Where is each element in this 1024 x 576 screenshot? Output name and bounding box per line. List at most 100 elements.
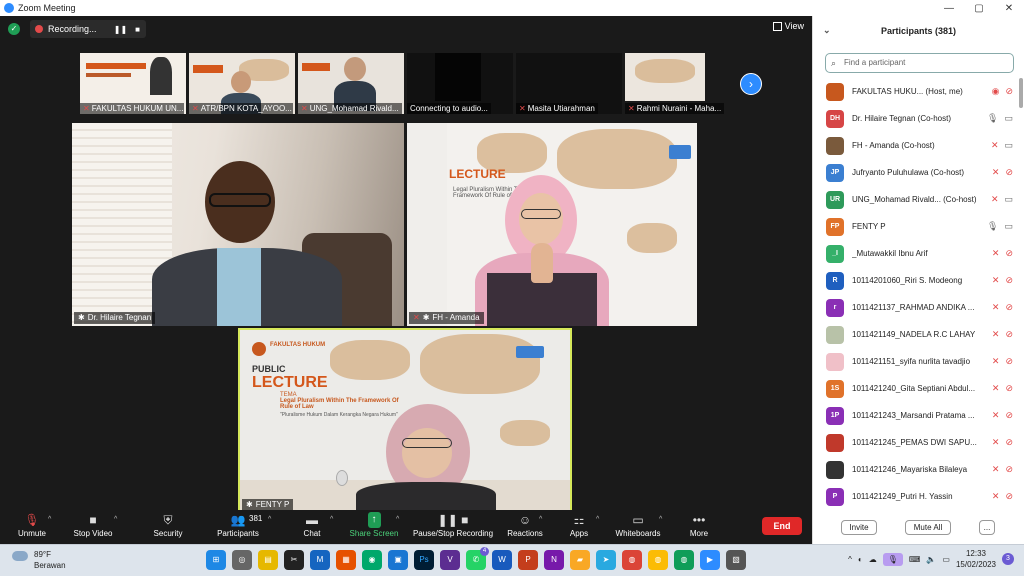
pause-stop-recording-button[interactable]: ❚❚ ■ Pause/Stop Recording xyxy=(413,512,493,544)
collapse-chevron-icon[interactable]: ⌄ xyxy=(823,25,831,36)
mic-muted-icon[interactable]: ✕ xyxy=(992,302,1000,313)
participants-options-chevron-icon[interactable]: ^ xyxy=(268,516,271,523)
participant-row[interactable]: 1011421245_PEMAS DWI SAPU... ✕ ⊘ xyxy=(813,429,1019,456)
mic-muted-icon[interactable]: ✕ xyxy=(992,275,1000,286)
stop-recording-icon[interactable]: ■ xyxy=(135,25,140,34)
files-icon[interactable]: ▣ xyxy=(388,550,408,570)
maximize-button[interactable]: ▢ xyxy=(964,0,994,16)
mic-muted-icon[interactable]: ✕ xyxy=(991,140,999,151)
video-off-icon[interactable]: ⊘ xyxy=(1005,248,1013,259)
reactions-button[interactable]: ☺ Reactions xyxy=(495,512,555,544)
file-explorer-icon[interactable]: ▰ xyxy=(570,550,590,570)
language-tray-icon[interactable]: ⌨ xyxy=(909,555,921,564)
security-button[interactable]: ⛨ Security xyxy=(138,512,198,544)
end-meeting-button[interactable]: End xyxy=(762,517,802,535)
app-grid-icon[interactable]: ▦ xyxy=(336,550,356,570)
pause-recording-icon[interactable]: ❚❚ xyxy=(114,25,127,34)
word-icon[interactable]: W xyxy=(492,550,512,570)
participant-row[interactable]: R 10114201060_Riri S. Modeong ✕ ⊘ xyxy=(813,267,1019,294)
mic-muted-icon[interactable]: ✕ xyxy=(992,329,1000,340)
video-thumbnail[interactable]: ✕ Rahmi Nuraini - Maha... xyxy=(625,53,731,114)
mic-muted-icon[interactable]: ✕ xyxy=(992,167,1000,178)
participant-row[interactable]: 1011421149_NADELA R.C LAHAY ✕ ⊘ xyxy=(813,321,1019,348)
video-thumbnail[interactable]: ✕ FAKULTAS HUKUM UN... xyxy=(80,53,186,114)
whatsapp-icon[interactable]: ✆ 4 xyxy=(466,547,489,570)
powerpoint-icon[interactable]: P xyxy=(518,550,538,570)
chrome-profile-icon[interactable]: ◍ xyxy=(648,550,668,570)
mic-muted-icon[interactable]: ✕ xyxy=(991,194,999,205)
participant-row[interactable]: JP Jufryanto Puluhulawa (Co-host) ✕ ⊘ xyxy=(813,159,1019,186)
sticky-notes-icon[interactable]: ▤ xyxy=(258,550,278,570)
video-off-icon[interactable]: ⊘ xyxy=(1005,86,1013,97)
video-off-icon[interactable]: ⊘ xyxy=(1005,167,1013,178)
reactions-options-chevron-icon[interactable]: ^ xyxy=(539,516,542,523)
notification-badge[interactable]: 3 xyxy=(1002,553,1014,565)
microphone-tray-icon[interactable]: 🎙 xyxy=(882,552,903,566)
unmute-button[interactable]: 🎙 Unmute xyxy=(2,512,62,544)
capcut-icon[interactable]: ✂ xyxy=(284,550,304,570)
encryption-shield-icon[interactable]: ✓ xyxy=(8,23,20,35)
participant-search-input[interactable]: ⌕ Find a participant xyxy=(825,53,1014,73)
m-app-icon[interactable]: M xyxy=(310,550,330,570)
green-app-icon[interactable]: ◉ xyxy=(362,550,382,570)
mic-on-icon[interactable]: 🎙 xyxy=(987,221,998,232)
zoom-icon[interactable]: ▶ xyxy=(700,550,720,570)
video-thumbnail[interactable]: ✕ ATR/BPN KOTA_AYOO... xyxy=(189,53,295,114)
volume-tray-icon[interactable]: 🔈 xyxy=(926,555,936,564)
video-off-icon[interactable]: ⊘ xyxy=(1005,410,1013,421)
cloud-tray-icon[interactable]: ☁ xyxy=(869,555,877,564)
participant-row[interactable]: r 1011421137_RAHMAD ANDIKA ... ✕ ⊘ xyxy=(813,294,1019,321)
mute-all-button[interactable]: Mute All xyxy=(905,520,951,535)
start-windows-icon[interactable]: ⊞ xyxy=(206,550,226,570)
video-on-icon[interactable]: ▭ xyxy=(1004,140,1013,151)
visual-studio-icon[interactable]: V xyxy=(440,550,460,570)
panel-more-button[interactable]: ... xyxy=(979,520,995,535)
mic-muted-icon[interactable]: ✕ xyxy=(992,248,1000,259)
chrome-alt-icon[interactable]: ◍ xyxy=(674,550,694,570)
participant-row[interactable]: P 1011421249_Putri H. Yassin ✕ ⊘ xyxy=(813,483,1019,510)
telegram-icon[interactable]: ➤ xyxy=(596,550,616,570)
photos-icon[interactable]: ▧ xyxy=(726,550,746,570)
close-button[interactable]: ✕ xyxy=(994,0,1024,16)
task-view-icon[interactable]: ◎ xyxy=(232,550,252,570)
mic-muted-icon[interactable]: ✕ xyxy=(992,383,1000,394)
mic-muted-icon[interactable]: ✕ xyxy=(992,437,1000,448)
participant-row[interactable]: 1P 1011421243_Marsandi Pratama ... ✕ ⊘ xyxy=(813,402,1019,429)
video-off-icon[interactable]: ⊘ xyxy=(1005,329,1013,340)
share-screen-button[interactable]: ↑ Share Screen xyxy=(344,512,404,544)
audio-options-chevron-icon[interactable]: ^ xyxy=(48,516,51,523)
participant-row[interactable]: _I _Mutawakkil Ibnu Arif ✕ ⊘ xyxy=(813,240,1019,267)
chrome-icon[interactable]: ◍ xyxy=(622,550,642,570)
video-thumbnail[interactable]: Connecting to audio... xyxy=(407,53,513,114)
participant-row[interactable]: 1S 1011421240_Gita Septiani Abdul... ✕ ⊘ xyxy=(813,375,1019,402)
participant-row[interactable]: UR UNG_Mohamad Rivald... (Co-host) ✕ ▭ xyxy=(813,186,1019,213)
panel-scrollbar[interactable] xyxy=(1019,78,1023,108)
tray-chevron-icon[interactable]: ^ xyxy=(848,555,852,564)
participant-row[interactable]: DH Dr. Hilaire Tegnan (Co-host) 🎙 ▭ xyxy=(813,105,1019,132)
taskbar-clock[interactable]: 12:33 15/02/2023 xyxy=(956,548,996,570)
participant-row[interactable]: FAKULTAS HUKU... (Host, me) ◉ ⊘ xyxy=(813,78,1019,105)
video-off-icon[interactable]: ⊘ xyxy=(1005,491,1013,502)
video-off-icon[interactable]: ⊘ xyxy=(1005,437,1013,448)
video-off-icon[interactable]: ⊘ xyxy=(1005,275,1013,286)
battery-tray-icon[interactable]: ▭ xyxy=(942,555,950,564)
invite-button[interactable]: Invite xyxy=(841,520,877,535)
apps-button[interactable]: ⚏ Apps xyxy=(549,512,609,544)
mic-muted-icon[interactable]: ✕ xyxy=(992,356,1000,367)
video-tile-hilaire[interactable]: ✱ Dr. Hilaire Tegnan xyxy=(72,123,404,326)
participant-row[interactable]: FH - Amanda (Co-host) ✕ ▭ xyxy=(813,132,1019,159)
network-tray-icon[interactable]: ◐ xyxy=(858,555,863,564)
video-off-icon[interactable]: ⊘ xyxy=(1005,464,1013,475)
apps-options-chevron-icon[interactable]: ^ xyxy=(596,516,599,523)
mic-muted-icon[interactable]: ✕ xyxy=(992,464,1000,475)
chat-options-chevron-icon[interactable]: ^ xyxy=(330,516,333,523)
weather-widget[interactable]: 89°F Berawan xyxy=(12,549,66,571)
whiteboards-options-chevron-icon[interactable]: ^ xyxy=(659,516,662,523)
video-tile-fenty[interactable]: FAKULTAS HUKUM PUBLIC LECTURE TEMA Legal… xyxy=(238,328,572,515)
onenote-icon[interactable]: N xyxy=(544,550,564,570)
share-options-chevron-icon[interactable]: ^ xyxy=(396,516,399,523)
video-on-icon[interactable]: ▭ xyxy=(1004,113,1013,124)
recording-icon[interactable]: ◉ xyxy=(992,86,1000,97)
video-options-chevron-icon[interactable]: ^ xyxy=(114,516,117,523)
video-off-icon[interactable]: ⊘ xyxy=(1005,383,1013,394)
